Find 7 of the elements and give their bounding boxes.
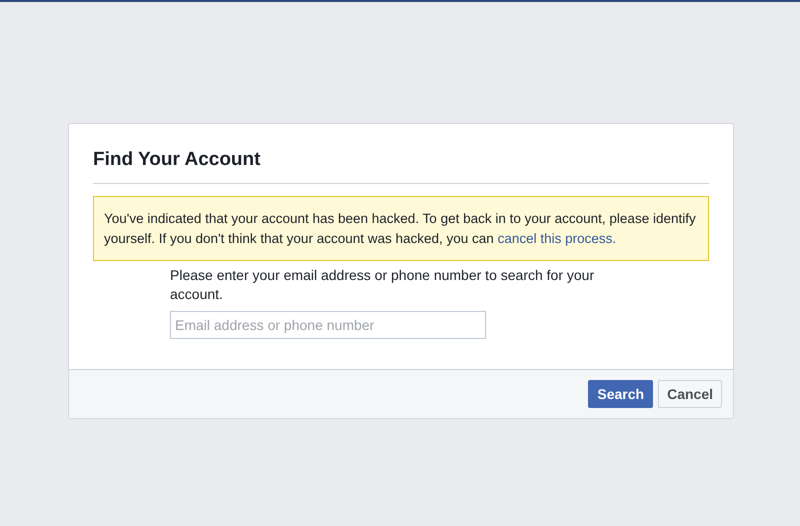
cancel-link[interactable]: cancel this process.: [498, 231, 616, 246]
search-button[interactable]: Search: [588, 380, 654, 408]
warning-notice: You've indicated that your account has been hacked. To get back in to your account, please identify yourself. If you don't think that your account was hacked, you can cancel this process.: [93, 196, 709, 261]
search-field[interactable]: Email address or phone number: [170, 311, 486, 339]
dialog-title: Find Your Account: [93, 148, 262, 172]
instructions-text: Please enter your email address or phone number to search for your account.: [170, 266, 596, 304]
cancel-button[interactable]: Cancel: [658, 380, 722, 408]
